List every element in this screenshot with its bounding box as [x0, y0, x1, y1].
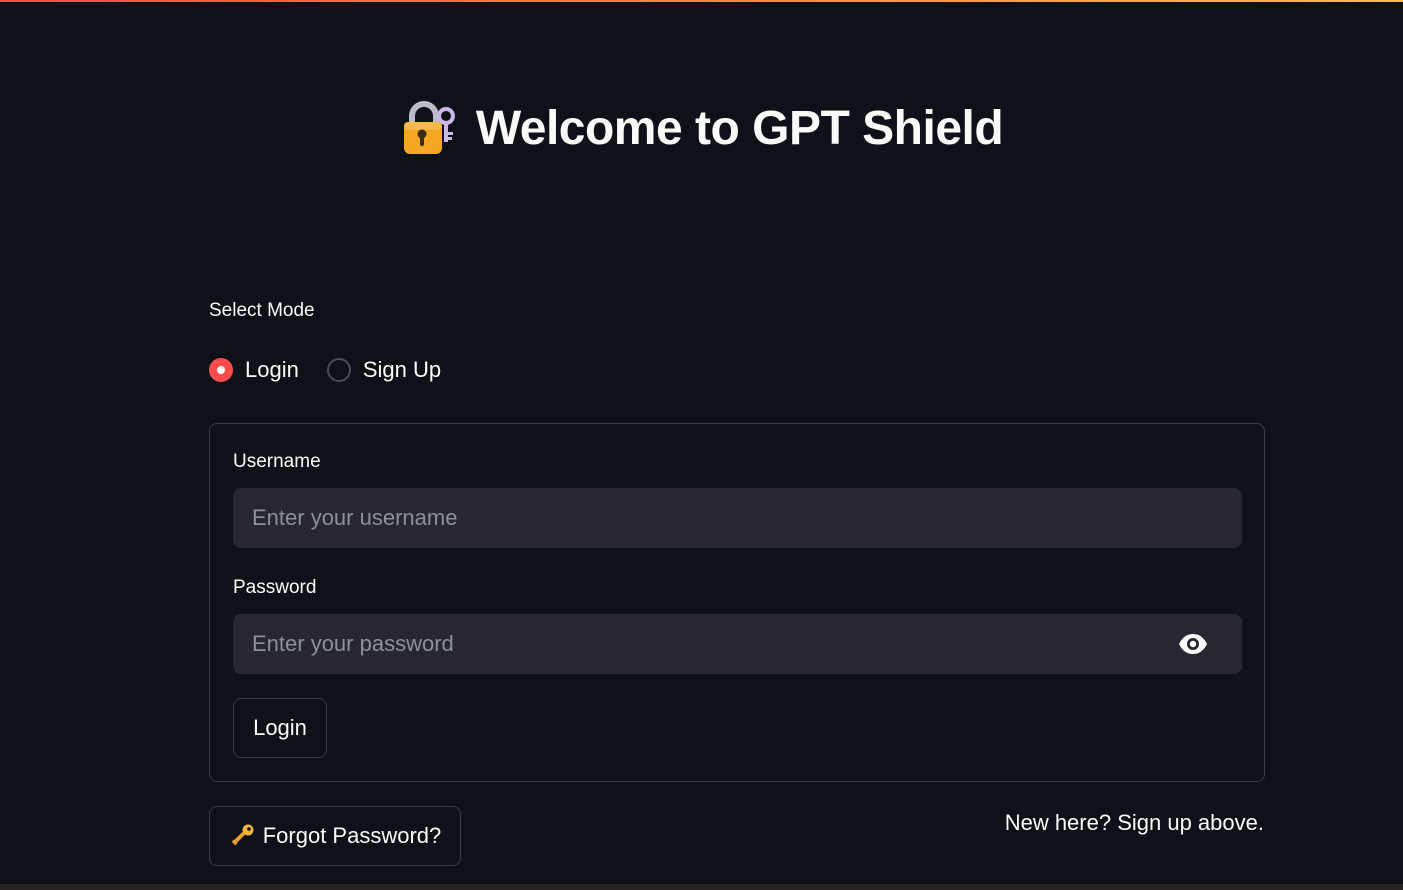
- radio-login-label[interactable]: Login: [245, 357, 299, 383]
- login-button[interactable]: Login: [233, 698, 327, 758]
- key-icon: [229, 823, 255, 849]
- username-label: Username: [233, 451, 321, 472]
- signup-hint-text: New here? Sign up above.: [1004, 810, 1264, 835]
- radio-login[interactable]: Login: [209, 357, 299, 383]
- top-accent-bar: [0, 0, 1403, 2]
- page-title: Welcome to GPT Shield: [475, 101, 1004, 155]
- login-page: Welcome to GPT Shield Select Mode Login …: [0, 0, 1403, 890]
- forgot-password-button[interactable]: Forgot Password?: [209, 806, 461, 866]
- radio-signup-label[interactable]: Sign Up: [363, 357, 441, 383]
- password-input[interactable]: [233, 614, 1242, 674]
- mode-radio-group: Login Sign Up: [209, 352, 441, 388]
- radio-unchecked-icon[interactable]: [326, 358, 351, 382]
- forgot-password-label[interactable]: Forgot Password?: [263, 823, 442, 849]
- password-field: [233, 614, 1242, 674]
- page-header: Welcome to GPT Shield: [0, 92, 1403, 164]
- eye-icon[interactable]: [1178, 632, 1208, 656]
- password-label: Password: [233, 577, 317, 598]
- radio-checked-icon[interactable]: [209, 358, 233, 382]
- bottom-bar: [0, 884, 1403, 890]
- radio-signup[interactable]: Sign Up: [326, 357, 441, 383]
- select-mode-label: Select Mode: [209, 300, 315, 321]
- lock-with-key-icon: [400, 98, 456, 158]
- username-input[interactable]: [233, 488, 1242, 548]
- login-form: Username Password Login: [209, 423, 1265, 782]
